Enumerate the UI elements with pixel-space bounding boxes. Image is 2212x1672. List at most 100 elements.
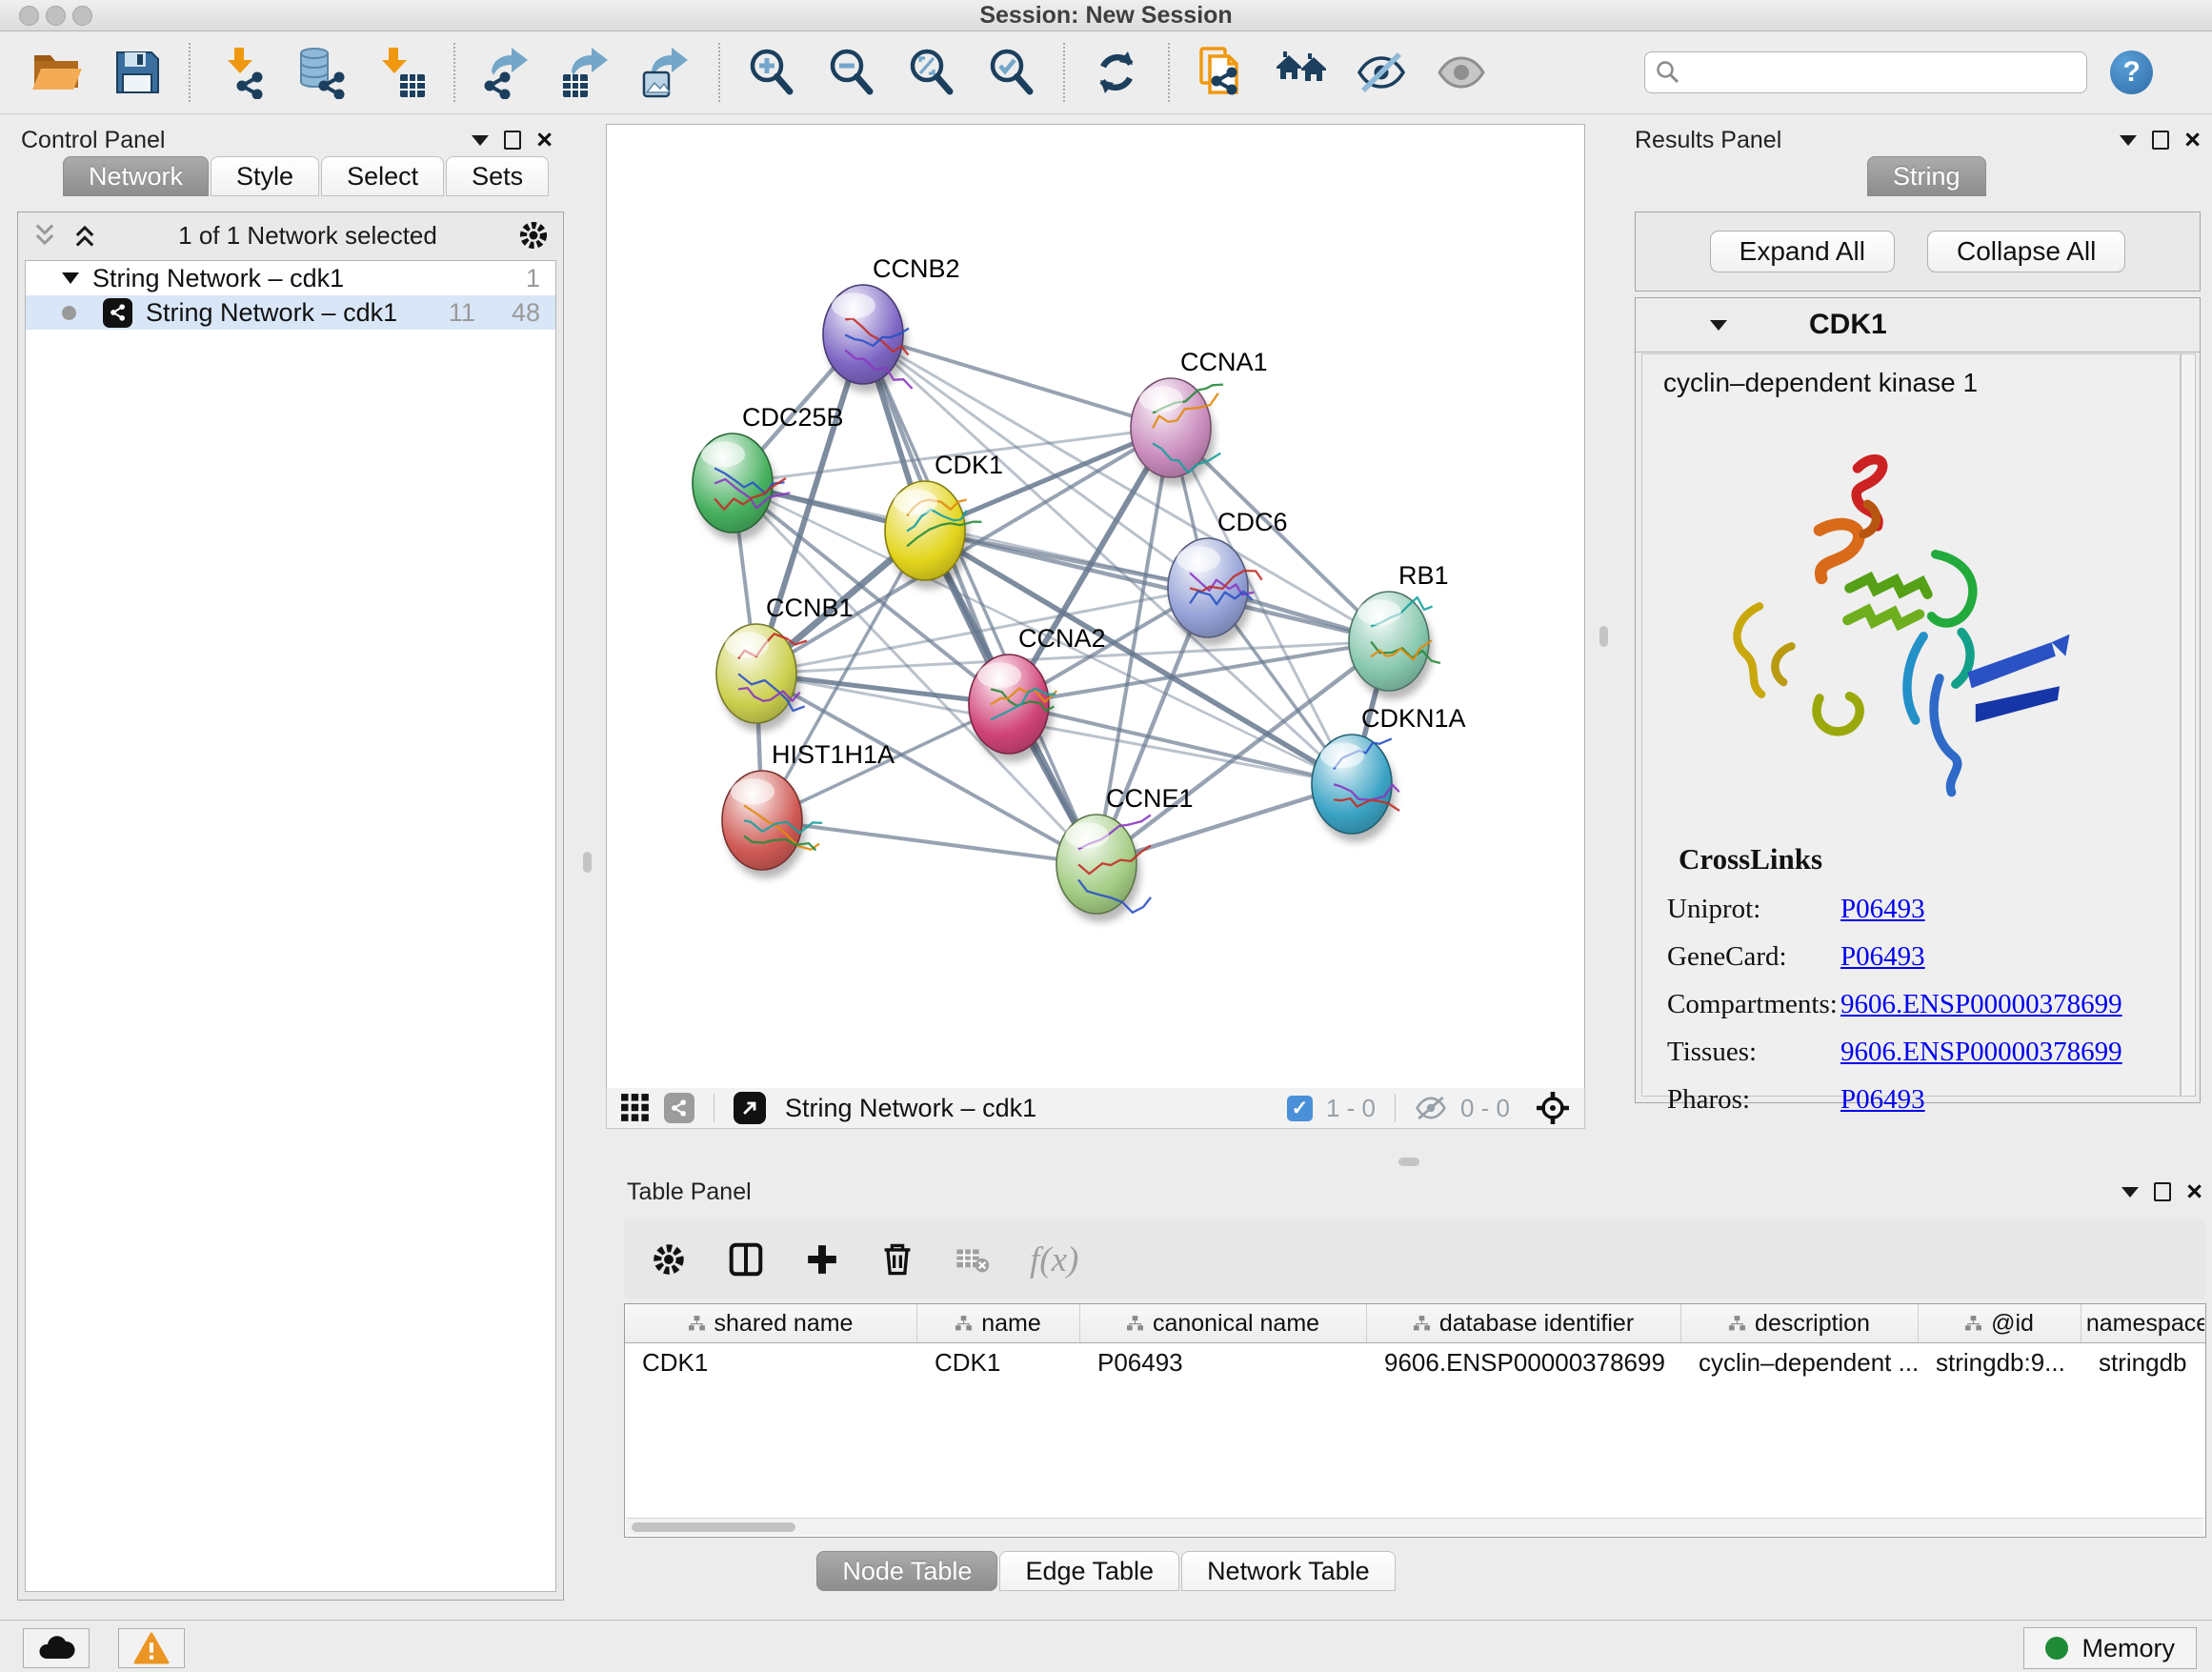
results-scrollbar[interactable]	[2181, 353, 2196, 1097]
zoom-out-icon[interactable]	[812, 37, 892, 108]
crosslink-label: Tissues:	[1642, 1037, 1840, 1068]
tab-node-table[interactable]: Node Table	[816, 1551, 997, 1591]
collapse-all-button[interactable]: Collapse All	[1927, 231, 2125, 272]
crosslink-link[interactable]: 9606.ENSP00000378699	[1840, 1037, 2122, 1068]
network-options-gear-icon[interactable]	[517, 219, 550, 252]
show-panel-icon[interactable]	[1421, 37, 1501, 108]
current-network-title: String Network – cdk1	[785, 1094, 1036, 1123]
delete-column-icon[interactable]	[879, 1241, 915, 1278]
search-box[interactable]	[1644, 51, 2087, 93]
open-icon[interactable]	[17, 37, 97, 108]
search-input[interactable]	[1681, 54, 2086, 91]
table-panel-menu-icon[interactable]	[2122, 1187, 2139, 1198]
tab-network-table[interactable]: Network Table	[1181, 1551, 1396, 1591]
node-HIST1H1A[interactable]: HIST1H1A	[722, 740, 895, 878]
results-panel-close-icon[interactable]: ×	[2184, 131, 2201, 150]
edge-CDK1-RB1[interactable]	[925, 531, 1389, 641]
edge-CCNB2-CCNE1[interactable]	[863, 334, 1096, 864]
zoom-in-icon[interactable]	[732, 37, 812, 108]
control-panel-close-icon[interactable]: ×	[536, 131, 553, 150]
control-panel-menu-icon[interactable]	[472, 135, 489, 146]
node-CCNE1[interactable]: CCNE1	[1056, 784, 1194, 922]
column-header[interactable]: description	[1681, 1304, 1919, 1342]
export-network-icon[interactable]	[467, 37, 547, 108]
cloud-status-button[interactable]	[23, 1628, 90, 1668]
crosslink-link[interactable]: P06493	[1840, 894, 1925, 925]
tab-network[interactable]: Network	[63, 156, 209, 196]
node-CCNA1[interactable]: CCNA1	[1131, 348, 1268, 486]
add-column-icon[interactable]	[805, 1242, 839, 1277]
results-panel-float-icon[interactable]	[2152, 131, 2169, 150]
results-panel-menu-icon[interactable]	[2120, 135, 2137, 146]
homes-icon[interactable]	[1261, 37, 1341, 108]
table-panel-float-icon[interactable]	[2154, 1182, 2171, 1201]
tab-select[interactable]: Select	[321, 156, 444, 196]
tab-edge-table[interactable]: Edge Table	[999, 1551, 1179, 1591]
table-options-gear-icon[interactable]	[651, 1241, 687, 1278]
help-button[interactable]: ?	[2110, 50, 2153, 94]
column-header[interactable]: database identifier	[1367, 1304, 1681, 1342]
network-share-view-icon[interactable]	[664, 1093, 694, 1123]
network-collection-row[interactable]: String Network – cdk1 1	[26, 261, 555, 295]
import-network-icon[interactable]	[202, 37, 282, 108]
birds-eye-view-icon[interactable]	[1535, 1090, 1571, 1126]
crosslink-link[interactable]: P06493	[1840, 941, 1925, 973]
table-row[interactable]: CDK1 CDK1 P06493 9606.ENSP00000378699 cy…	[625, 1343, 2205, 1381]
node-CCNB2[interactable]: CCNB2	[823, 254, 960, 393]
crosslink-link[interactable]: P06493	[1840, 1084, 1925, 1116]
control-panel-float-icon[interactable]	[504, 131, 521, 150]
right-splitter-grip[interactable]	[1599, 626, 1608, 647]
edge-HIST1H1A-CCNE1[interactable]	[762, 820, 1096, 864]
table-toolbar: f(x)	[624, 1219, 2206, 1299]
zoom-selected-icon[interactable]	[972, 37, 1052, 108]
table-horizontal-scrollbar[interactable]	[626, 1518, 2203, 1536]
export-image-icon[interactable]	[627, 37, 707, 108]
node-RB1[interactable]: RB1	[1349, 561, 1449, 699]
hide-panel-icon[interactable]	[1341, 37, 1421, 108]
collapse-all-icon[interactable]	[31, 222, 58, 249]
node-CCNB1[interactable]: CCNB1	[716, 594, 854, 732]
gene-card-header[interactable]: CDK1	[1636, 298, 2200, 353]
copy-style-icon[interactable]	[1181, 37, 1261, 108]
import-database-icon[interactable]	[282, 37, 362, 108]
grid-view-icon[interactable]	[620, 1093, 651, 1123]
show-columns-icon[interactable]	[727, 1240, 765, 1279]
node-table[interactable]: shared name name canonical name database…	[624, 1303, 2206, 1538]
status-bar: Memory	[0, 1620, 2212, 1672]
warning-status-button[interactable]	[118, 1628, 185, 1668]
export-table-icon[interactable]	[547, 37, 627, 108]
tab-sets[interactable]: Sets	[446, 156, 549, 196]
network-view-toolbar: String Network – cdk1 ✓ 1 - 0 0 - 0	[606, 1088, 1585, 1129]
column-header[interactable]: canonical name	[1080, 1304, 1367, 1342]
crosslink-link[interactable]: 9606.ENSP00000378699	[1840, 989, 2122, 1020]
toolbar-separator	[1063, 43, 1065, 102]
column-header[interactable]: name	[917, 1304, 1080, 1342]
tree-expander-icon[interactable]	[62, 272, 79, 284]
network-canvas[interactable]: CCNB2CCNA1CDC25BCDK1CDC6RB1CCNB1CCNA2CDK…	[606, 124, 1585, 1089]
gene-details-card: CDK1 cyclin–dependent kinase 1	[1635, 297, 2201, 1103]
node-CDKN1A[interactable]: CDKN1A	[1312, 704, 1466, 842]
tab-style[interactable]: Style	[211, 156, 319, 196]
column-header[interactable]: @id	[1919, 1304, 2081, 1342]
expand-all-button[interactable]: Expand All	[1710, 231, 1895, 272]
warning-icon	[133, 1632, 170, 1664]
refresh-icon[interactable]	[1076, 37, 1156, 108]
column-header[interactable]: namespace	[2081, 1304, 2204, 1342]
network-row[interactable]: String Network – cdk1 11 48	[26, 295, 555, 330]
selected-count-checkbox-icon[interactable]: ✓	[1287, 1096, 1313, 1121]
bottom-splitter-grip[interactable]	[1398, 1158, 1419, 1166]
zoom-fit-icon[interactable]	[892, 37, 972, 108]
table-panel-close-icon[interactable]: ×	[2186, 1182, 2202, 1201]
expand-all-icon[interactable]	[71, 222, 98, 249]
node-label: CDKN1A	[1361, 704, 1466, 733]
left-splitter-grip[interactable]	[583, 852, 592, 873]
gene-card-expander-icon[interactable]	[1710, 320, 1727, 331]
tab-string[interactable]: String	[1867, 156, 1986, 196]
open-in-window-icon[interactable]	[734, 1092, 766, 1124]
save-icon[interactable]	[97, 37, 177, 108]
import-table-icon[interactable]	[362, 37, 442, 108]
memory-button[interactable]: Memory	[2023, 1627, 2197, 1669]
cloud-icon	[37, 1635, 75, 1662]
edge-CCNB2-CCNA1[interactable]	[863, 334, 1171, 428]
column-header[interactable]: shared name	[625, 1304, 917, 1342]
